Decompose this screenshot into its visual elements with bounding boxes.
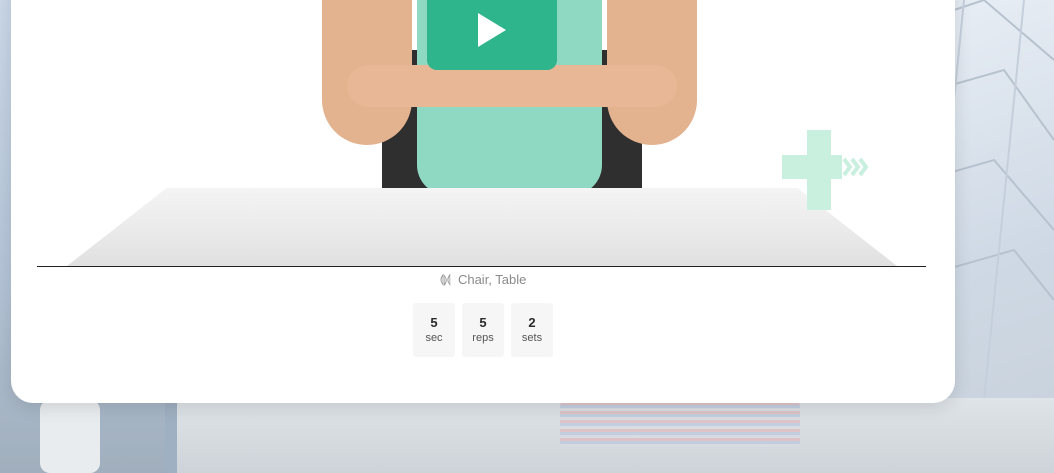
brand-cross-logo [782,130,869,210]
background-mat [560,402,800,447]
play-button[interactable] [427,0,557,70]
dumbbell-icon: ⟬⟭⟬ [439,272,451,286]
equipment-row: ⟬⟭⟬ Chair, Table [11,272,955,287]
background-chair-leg [40,400,100,473]
exercise-stats: 5 sec 5 reps 2 sets [11,303,955,357]
stat-reps-unit: reps [472,332,494,344]
stat-duration-unit: sec [425,332,443,344]
crossed-forearms-image [347,65,677,107]
video-divider [37,266,926,267]
background-tile [165,400,177,473]
table-image [67,188,897,266]
stat-reps-value: 5 [479,315,487,330]
exercise-card: ⟬⟭⟬ Chair, Table 5 sec 5 reps 2 sets [11,0,955,403]
stat-sets-value: 2 [528,315,536,330]
stat-sets-unit: sets [521,332,543,344]
stat-reps: 5 reps [462,303,504,357]
equipment-label: Chair, Table [457,272,527,287]
page: ⟬⟭⟬ Chair, Table 5 sec 5 reps 2 sets [0,0,1054,473]
stat-sets: 2 sets [511,303,553,357]
stat-duration: 5 sec [413,303,455,357]
stat-duration-value: 5 [430,315,438,330]
play-icon [478,13,506,47]
exercise-video[interactable] [37,0,926,266]
